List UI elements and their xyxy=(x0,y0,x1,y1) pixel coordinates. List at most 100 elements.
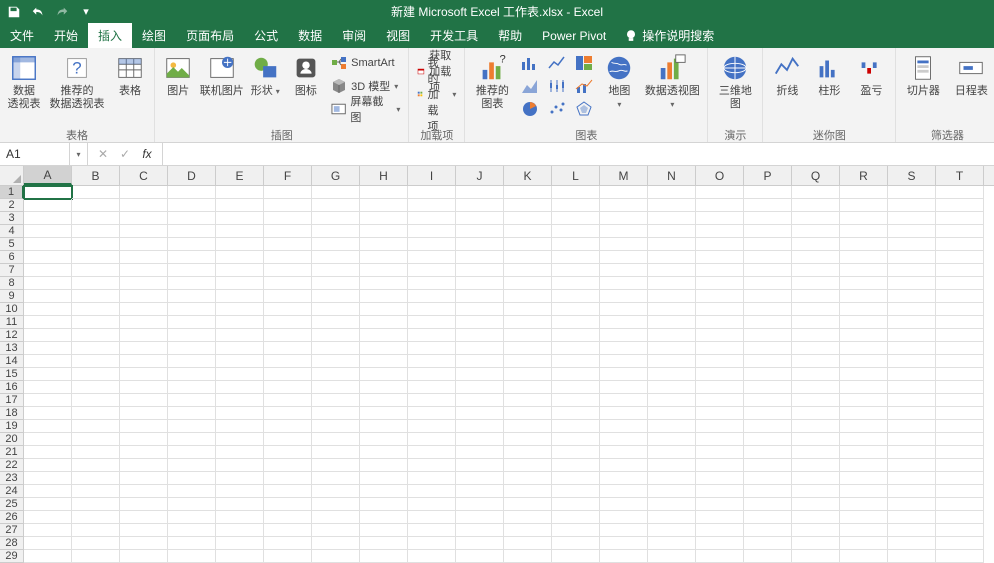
cell[interactable] xyxy=(792,420,840,433)
column-header[interactable]: F xyxy=(264,166,312,185)
cell[interactable] xyxy=(216,251,264,264)
cell[interactable] xyxy=(216,238,264,251)
cell[interactable] xyxy=(216,394,264,407)
cell[interactable] xyxy=(936,186,984,199)
row-header[interactable]: 10 xyxy=(0,303,24,316)
cell[interactable] xyxy=(168,524,216,537)
cell[interactable] xyxy=(120,550,168,563)
cell[interactable] xyxy=(744,186,792,199)
cell[interactable] xyxy=(120,524,168,537)
cell[interactable] xyxy=(168,277,216,290)
cell[interactable] xyxy=(504,472,552,485)
cell[interactable] xyxy=(888,459,936,472)
cell[interactable] xyxy=(648,485,696,498)
cell[interactable] xyxy=(72,524,120,537)
cell[interactable] xyxy=(552,316,600,329)
cell[interactable] xyxy=(936,550,984,563)
cell[interactable] xyxy=(744,329,792,342)
cell[interactable] xyxy=(888,394,936,407)
cell[interactable] xyxy=(552,238,600,251)
cell[interactable] xyxy=(216,186,264,199)
cell[interactable] xyxy=(504,394,552,407)
cell[interactable] xyxy=(408,381,456,394)
cell[interactable] xyxy=(216,524,264,537)
cell[interactable] xyxy=(648,329,696,342)
line-chart-button[interactable] xyxy=(544,52,570,74)
formula-input[interactable] xyxy=(163,143,994,165)
tab-draw[interactable]: 绘图 xyxy=(132,23,176,48)
row-header[interactable]: 15 xyxy=(0,368,24,381)
cell[interactable] xyxy=(216,199,264,212)
cell[interactable] xyxy=(840,329,888,342)
cell[interactable] xyxy=(504,511,552,524)
cell[interactable] xyxy=(312,537,360,550)
cell[interactable] xyxy=(408,225,456,238)
cell[interactable] xyxy=(312,303,360,316)
row-header[interactable]: 3 xyxy=(0,212,24,225)
cell[interactable] xyxy=(408,394,456,407)
cell[interactable] xyxy=(552,277,600,290)
cell[interactable] xyxy=(408,537,456,550)
cell[interactable] xyxy=(696,420,744,433)
row-header[interactable]: 7 xyxy=(0,264,24,277)
row-header[interactable]: 11 xyxy=(0,316,24,329)
row-header[interactable]: 16 xyxy=(0,381,24,394)
column-header[interactable]: G xyxy=(312,166,360,185)
cell[interactable] xyxy=(696,498,744,511)
cell[interactable] xyxy=(216,329,264,342)
cell[interactable] xyxy=(72,355,120,368)
cell[interactable] xyxy=(24,368,72,381)
cell[interactable] xyxy=(456,212,504,225)
cell[interactable] xyxy=(24,381,72,394)
cell[interactable] xyxy=(456,238,504,251)
cell[interactable] xyxy=(168,485,216,498)
stock-chart-button[interactable] xyxy=(544,75,570,97)
cell[interactable] xyxy=(456,251,504,264)
cell[interactable] xyxy=(72,472,120,485)
cell[interactable] xyxy=(744,420,792,433)
cell[interactable] xyxy=(408,498,456,511)
cell[interactable] xyxy=(792,368,840,381)
cell[interactable] xyxy=(648,420,696,433)
row-header[interactable]: 22 xyxy=(0,459,24,472)
cell[interactable] xyxy=(744,537,792,550)
cell[interactable] xyxy=(312,407,360,420)
row-header[interactable]: 26 xyxy=(0,511,24,524)
cell[interactable] xyxy=(264,303,312,316)
cell[interactable] xyxy=(792,316,840,329)
cell[interactable] xyxy=(504,524,552,537)
cell[interactable] xyxy=(120,290,168,303)
cell[interactable] xyxy=(312,186,360,199)
cell[interactable] xyxy=(840,303,888,316)
cell[interactable] xyxy=(456,368,504,381)
name-box-dropdown[interactable]: ▾ xyxy=(70,143,88,165)
cell[interactable] xyxy=(360,511,408,524)
cell[interactable] xyxy=(216,550,264,563)
cell[interactable] xyxy=(24,407,72,420)
cell[interactable] xyxy=(312,550,360,563)
cell[interactable] xyxy=(168,290,216,303)
cell[interactable] xyxy=(888,498,936,511)
cell[interactable] xyxy=(840,407,888,420)
cell[interactable] xyxy=(408,316,456,329)
row-header[interactable]: 27 xyxy=(0,524,24,537)
cell[interactable] xyxy=(312,290,360,303)
column-header[interactable]: L xyxy=(552,166,600,185)
cell[interactable] xyxy=(72,199,120,212)
shapes-button[interactable]: 形状 ▾ xyxy=(246,50,285,98)
cell[interactable] xyxy=(216,212,264,225)
cell[interactable] xyxy=(888,212,936,225)
cell[interactable] xyxy=(936,329,984,342)
cell[interactable] xyxy=(744,446,792,459)
cell[interactable] xyxy=(744,368,792,381)
cell[interactable] xyxy=(120,212,168,225)
cell[interactable] xyxy=(936,290,984,303)
cell[interactable] xyxy=(456,264,504,277)
cell[interactable] xyxy=(552,394,600,407)
column-header[interactable]: J xyxy=(456,166,504,185)
cell[interactable] xyxy=(936,498,984,511)
cell[interactable] xyxy=(168,420,216,433)
cell[interactable] xyxy=(888,433,936,446)
cell[interactable] xyxy=(24,238,72,251)
cell[interactable] xyxy=(216,368,264,381)
